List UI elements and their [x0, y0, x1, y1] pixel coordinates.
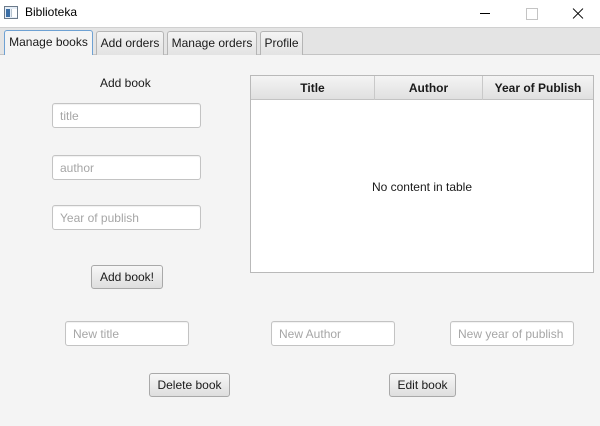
new-author-input[interactable] [271, 321, 395, 346]
table-header: Title Author Year of Publish [251, 76, 593, 100]
tab-add-orders[interactable]: Add orders [96, 31, 164, 56]
maximize-icon[interactable] [508, 0, 554, 27]
add-book-button[interactable]: Add book! [91, 265, 163, 289]
tab-profile[interactable]: Profile [260, 31, 303, 56]
title-input[interactable] [52, 103, 201, 128]
column-header-author[interactable]: Author [375, 76, 483, 100]
table-empty-placeholder: No content in table [371, 180, 473, 194]
tab-manage-books[interactable]: Manage books [4, 30, 93, 57]
minimize-icon[interactable] [462, 0, 508, 27]
books-table[interactable]: Title Author Year of Publish No content … [250, 75, 594, 273]
close-icon[interactable] [554, 0, 600, 27]
column-header-title[interactable]: Title [251, 76, 375, 100]
edit-book-button[interactable]: Edit book [389, 373, 456, 397]
app-icon [4, 6, 18, 19]
tab-manage-orders[interactable]: Manage orders [167, 31, 257, 56]
add-book-heading: Add book [100, 76, 151, 90]
new-title-input[interactable] [65, 321, 189, 346]
new-year-of-publish-input[interactable] [450, 321, 574, 346]
author-input[interactable] [52, 155, 201, 180]
manage-books-panel: Add book Add book! Title Author Year of … [0, 55, 600, 426]
window-title: Biblioteka [25, 5, 78, 19]
window-titlebar: Biblioteka [0, 0, 600, 27]
column-header-year-of-publish[interactable]: Year of Publish [483, 76, 593, 100]
tab-bar: Manage books Add orders Manage orders Pr… [0, 27, 600, 57]
delete-book-button[interactable]: Delete book [149, 373, 230, 397]
year-of-publish-input[interactable] [52, 205, 201, 230]
